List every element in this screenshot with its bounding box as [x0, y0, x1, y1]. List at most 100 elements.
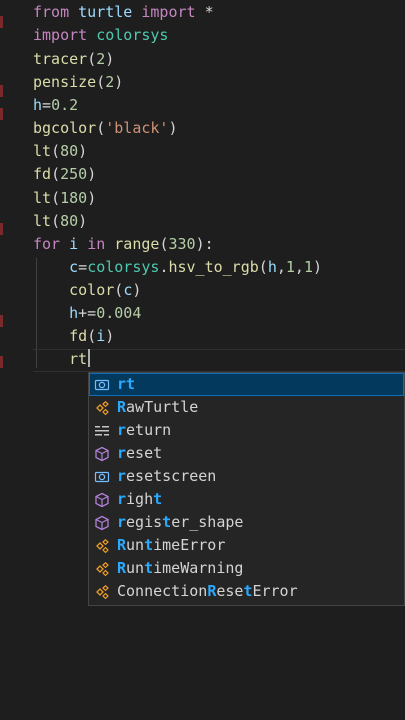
code-token: 2 — [105, 73, 115, 91]
suggestion-text: esetscreen — [126, 467, 217, 485]
suggestion-item[interactable]: register_shape — [89, 511, 404, 534]
suggestion-item[interactable]: RawTurtle — [89, 396, 404, 419]
code-token: 2 — [96, 50, 106, 68]
code-token: import — [141, 3, 196, 21]
code-line[interactable]: bgcolor('black') — [33, 117, 178, 140]
code-token: 80 — [60, 142, 79, 160]
code-line[interactable]: pensize(2) — [33, 71, 123, 94]
code-token: colorsys — [87, 258, 160, 276]
code-line[interactable]: lt(80) — [33, 210, 87, 233]
code-token: ) — [132, 281, 142, 299]
suggestion-text: er_shape — [171, 513, 244, 531]
code-line[interactable]: for i in range(330): — [33, 233, 214, 256]
code-token: ( — [51, 189, 61, 207]
suggestion-text: eset — [126, 444, 163, 462]
code-token: i — [60, 235, 88, 253]
variable-icon — [94, 377, 110, 393]
suggestion-label: RuntimeError — [117, 534, 225, 557]
suggestion-label: RawTurtle — [117, 396, 198, 419]
code-token: = — [78, 258, 88, 276]
code-token: , — [294, 258, 304, 276]
suggestion-item[interactable]: ConnectionResetError — [89, 580, 404, 603]
class-icon — [94, 538, 110, 554]
suggestion-text: awTurtle — [126, 398, 199, 416]
code-line[interactable]: import colorsys — [33, 24, 168, 47]
code-token: fd — [33, 165, 52, 183]
code-line[interactable]: fd(250) — [33, 163, 96, 186]
code-token: colorsys — [87, 26, 169, 44]
suggestion-text: egis — [126, 513, 163, 531]
code-token: in — [87, 235, 106, 253]
suggestion-text: imeError — [153, 536, 226, 554]
match-highlight: r — [117, 513, 127, 531]
text-cursor — [88, 349, 91, 367]
gutter-marker — [0, 356, 3, 368]
suggestion-text: imeWarning — [153, 559, 244, 577]
code-line[interactable]: lt(80) — [33, 140, 87, 163]
suggestion-label: rt — [117, 373, 135, 396]
match-highlight: t — [144, 559, 154, 577]
code-token: h — [33, 96, 43, 114]
code-token: ) — [114, 73, 124, 91]
code-line[interactable]: lt(180) — [33, 187, 96, 210]
match-highlight: t — [162, 513, 172, 531]
suggestion-widget[interactable]: rt RawTurtle return reset resetscreen right re… — [88, 372, 405, 606]
variable-icon — [94, 469, 110, 485]
code-token: lt — [33, 212, 52, 230]
gutter-marker — [0, 315, 3, 327]
code-token: rt — [69, 350, 88, 368]
suggestion-text: un — [126, 536, 145, 554]
code-token: ( — [114, 281, 124, 299]
code-token: c — [123, 281, 133, 299]
match-highlight: r — [117, 490, 127, 508]
code-token: * — [195, 3, 214, 21]
code-token: 1 — [285, 258, 295, 276]
suggestion-label: resetscreen — [117, 465, 216, 488]
code-token: 180 — [60, 189, 88, 207]
match-highlight: r — [117, 444, 127, 462]
code-editor[interactable]: from turtle import * import colorsys trace… — [0, 0, 405, 720]
match-highlight: R — [117, 536, 127, 554]
suggestion-item[interactable]: RuntimeError — [89, 534, 404, 557]
suggestion-item[interactable]: RuntimeWarning — [89, 557, 404, 580]
class-icon — [94, 584, 110, 600]
code-line[interactable]: c=colorsys.hsv_to_rgb(h,1,1) — [33, 256, 322, 279]
keyword-icon — [94, 423, 110, 439]
match-highlight: rt — [117, 375, 136, 393]
code-token: turtle — [69, 3, 142, 21]
suggestion-label: RuntimeWarning — [117, 557, 243, 580]
code-token: ( — [51, 165, 61, 183]
suggestion-label: return — [117, 419, 171, 442]
suggestion-text: Error — [252, 582, 298, 600]
code-token: ) — [78, 212, 88, 230]
code-token: 0.2 — [51, 96, 79, 114]
code-token: 330 — [168, 235, 196, 253]
code-token: += — [78, 304, 97, 322]
code-line[interactable]: h+=0.004 — [33, 302, 141, 325]
suggestion-text: eturn — [126, 421, 172, 439]
method-icon — [94, 446, 110, 462]
suggestion-item[interactable]: right — [89, 488, 404, 511]
code-line[interactable]: color(c) — [33, 279, 141, 302]
code-line[interactable]: rt — [33, 348, 91, 371]
code-token: ) — [105, 327, 115, 345]
code-token: ( — [51, 142, 61, 160]
suggestion-item[interactable]: resetscreen — [89, 465, 404, 488]
class-icon — [94, 561, 110, 577]
suggestion-item[interactable]: reset — [89, 442, 404, 465]
code-line[interactable]: h=0.2 — [33, 94, 78, 117]
suggestion-item[interactable]: return — [89, 419, 404, 442]
code-token: from — [33, 3, 70, 21]
code-token: lt — [33, 189, 52, 207]
code-token: bgcolor — [33, 119, 97, 137]
code-line[interactable]: fd(i) — [33, 325, 114, 348]
match-highlight: R — [117, 398, 127, 416]
suggestion-item[interactable]: rt — [89, 373, 404, 396]
code-token: fd — [69, 327, 88, 345]
code-token: ( — [96, 73, 106, 91]
code-token: i — [96, 327, 106, 345]
code-line[interactable]: from turtle import * — [33, 1, 214, 24]
code-line[interactable]: tracer(2) — [33, 48, 114, 71]
code-token: 0.004 — [96, 304, 142, 322]
